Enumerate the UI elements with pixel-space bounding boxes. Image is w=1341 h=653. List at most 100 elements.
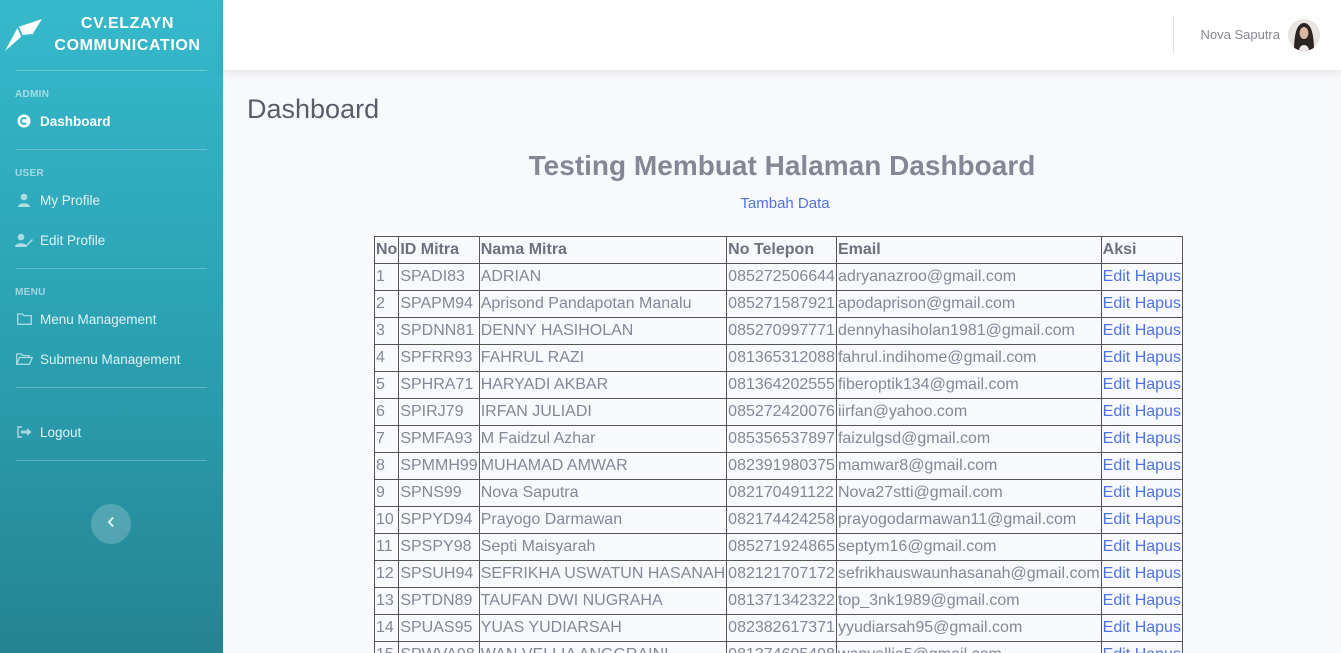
edit-link[interactable]: Edit [1103, 619, 1131, 636]
mitra-id: SPNS99 [398, 479, 480, 507]
content-heading: Testing Membuat Halaman Dashboard [528, 150, 1036, 181]
row-actions: Edit Hapus [1100, 641, 1183, 653]
edit-link[interactable]: Edit [1103, 511, 1131, 528]
mitra-id: SPHRA71 [398, 371, 480, 399]
column-header: No Telepon [726, 236, 837, 264]
mitra-id: SPFRR93 [398, 344, 480, 372]
mitra-id: SPMFA93 [398, 425, 480, 453]
topbar: Nova Saputra [223, 0, 1341, 70]
sidebar-item-my-profile[interactable]: My Profile [0, 180, 223, 220]
sidebar: CV.ELZAYN COMMUNICATION ADMIN Dashboard … [0, 0, 223, 653]
edit-link[interactable]: Edit [1103, 538, 1131, 555]
sidebar-item-dashboard[interactable]: Dashboard [0, 101, 223, 141]
delete-link[interactable]: Hapus [1135, 511, 1181, 528]
sidebar-item-label: Menu Management [40, 311, 157, 327]
edit-link[interactable]: Edit [1103, 268, 1131, 285]
paper-plane-icon [4, 15, 44, 55]
table-row: 2 SPAPM94 Aprisond Pandapotan Manalu 085271… [373, 290, 1183, 318]
row-number: 10 [373, 506, 400, 534]
row-number: 1 [373, 263, 400, 291]
row-actions: Edit Hapus [1100, 398, 1183, 426]
edit-link[interactable]: Edit [1103, 457, 1131, 474]
mitra-phone: 082170491122 [726, 479, 837, 507]
edit-link[interactable]: Edit [1103, 295, 1131, 312]
delete-link[interactable]: Hapus [1135, 538, 1181, 555]
mitra-email: yyudiarsah95@gmail.com [835, 614, 1102, 642]
mitra-name: HARYADI AKBAR [478, 371, 728, 399]
edit-link[interactable]: Edit [1103, 322, 1131, 339]
delete-link[interactable]: Hapus [1135, 484, 1181, 501]
mitra-phone: 082391980375 [726, 452, 837, 480]
dashboard-c-icon [15, 112, 33, 130]
delete-link[interactable]: Hapus [1135, 403, 1181, 420]
row-actions: Edit Hapus [1100, 587, 1183, 615]
delete-link[interactable]: Hapus [1135, 430, 1181, 447]
edit-link[interactable]: Edit [1103, 646, 1131, 653]
chevron-left-icon [107, 515, 115, 533]
mitra-phone: 085356537897 [726, 425, 837, 453]
table-row: 7 SPMFA93 M Faidzul Azhar 085356537897 faizu… [373, 425, 1183, 453]
brand-line-1: CV.ELZAYN [80, 15, 175, 32]
sidebar-item-menu-management[interactable]: Menu Management [0, 299, 223, 339]
delete-link[interactable]: Hapus [1135, 349, 1181, 366]
row-number: 8 [373, 452, 400, 480]
delete-link[interactable]: Hapus [1135, 457, 1181, 474]
sidebar-item-submenu-management[interactable]: Submenu Management [0, 339, 223, 379]
delete-link[interactable]: Hapus [1135, 565, 1181, 582]
edit-link[interactable]: Edit [1103, 430, 1131, 447]
mitra-name: WAN VELLIA ANGGRAINI [478, 641, 728, 653]
table-row: 3 SPDNN81 DENNY HASIHOLAN 085270997771 denny… [373, 317, 1183, 345]
brand[interactable]: CV.ELZAYN COMMUNICATION [0, 0, 223, 70]
mitra-name: TAUFAN DWI NUGRAHA [478, 587, 728, 615]
sidebar-divider [16, 387, 207, 388]
avatar[interactable] [1288, 19, 1320, 51]
delete-link[interactable]: Hapus [1135, 322, 1181, 339]
table-row: 13 SPTDN89 TAUFAN DWI NUGRAHA 081371342322 t… [373, 587, 1183, 615]
sidebar-item-label: Logout [40, 424, 82, 440]
mitra-id: SPUAS95 [398, 614, 480, 642]
row-number: 7 [373, 425, 400, 453]
sidebar-item-label: Edit Profile [40, 232, 106, 248]
edit-link[interactable]: Edit [1103, 376, 1131, 393]
edit-link[interactable]: Edit [1103, 484, 1131, 501]
sidebar-heading-user: USER [15, 168, 44, 179]
mitra-email: iirfan@yahoo.com [835, 398, 1102, 426]
sidebar-toggle-button[interactable] [91, 504, 131, 544]
mitra-email: sefrikhauswaunhasanah@gmail.com [835, 560, 1102, 588]
mitra-phone: 085271924865 [726, 533, 837, 561]
edit-link[interactable]: Edit [1103, 592, 1131, 609]
delete-link[interactable]: Hapus [1135, 619, 1181, 636]
sidebar-item-edit-profile[interactable]: Edit Profile [0, 220, 223, 260]
edit-link[interactable]: Edit [1103, 349, 1131, 366]
table-row: 4 SPFRR93 FAHRUL RAZI 081365312088 fahrul.in… [373, 344, 1183, 372]
mitra-id: SPADI83 [398, 263, 480, 291]
mitra-email: Nova27stti@gmail.com [835, 479, 1102, 507]
column-header: Nama Mitra [478, 236, 728, 264]
mitra-phone: 081364202555 [726, 371, 837, 399]
user-icon [15, 191, 33, 209]
row-number: 15 [373, 641, 400, 653]
add-data-link[interactable]: Tambah Data [223, 195, 1341, 212]
mitra-name: FAHRUL RAZI [478, 344, 728, 372]
delete-link[interactable]: Hapus [1135, 592, 1181, 609]
mitra-id: SPAPM94 [398, 290, 480, 318]
row-actions: Edit Hapus [1100, 533, 1183, 561]
mitra-table: No ID Mitra Nama Mitra No Telepon Email … [373, 236, 1183, 653]
row-actions: Edit Hapus [1100, 425, 1183, 453]
delete-link[interactable]: Hapus [1135, 376, 1181, 393]
sidebar-item-logout[interactable]: Logout [0, 412, 223, 452]
edit-link[interactable]: Edit [1103, 565, 1131, 582]
user-name[interactable]: Nova Saputra [1201, 27, 1281, 42]
mitra-email: dennyhasiholan1981@gmail.com [835, 317, 1102, 345]
column-header: Aksi [1100, 236, 1183, 264]
delete-link[interactable]: Hapus [1135, 268, 1181, 285]
mitra-name: MUHAMAD AMWAR [478, 452, 728, 480]
row-number: 11 [373, 533, 400, 561]
mitra-email: faizulgsd@gmail.com [835, 425, 1102, 453]
edit-link[interactable]: Edit [1103, 403, 1131, 420]
delete-link[interactable]: Hapus [1135, 295, 1181, 312]
row-number: 9 [373, 479, 400, 507]
mitra-id: SPPYD94 [398, 506, 480, 534]
delete-link[interactable]: Hapus [1135, 646, 1181, 653]
mitra-phone: 081371342322 [726, 587, 837, 615]
